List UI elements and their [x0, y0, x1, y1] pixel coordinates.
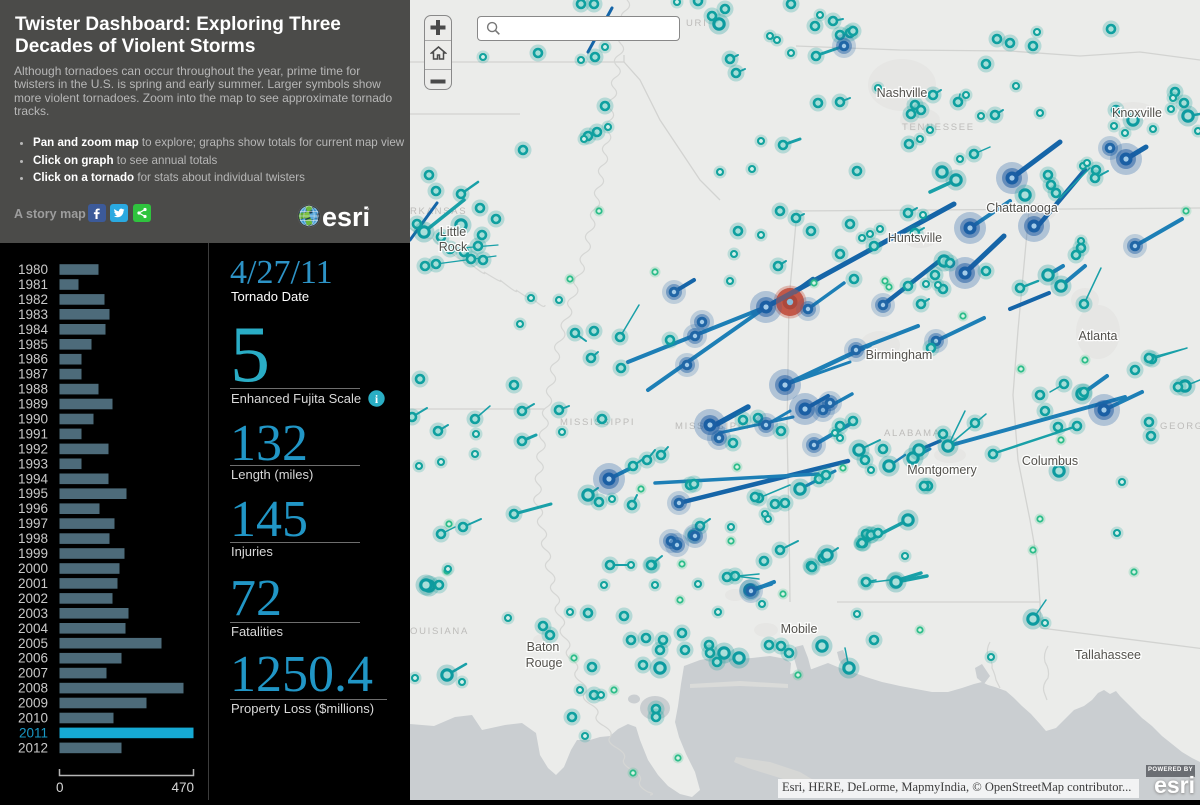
- svg-text:2010: 2010: [18, 711, 48, 726]
- svg-text:Baton: Baton: [527, 640, 560, 654]
- svg-text:1991: 1991: [18, 426, 48, 441]
- svg-text:Nashville: Nashville: [877, 86, 928, 100]
- svg-text:1994: 1994: [18, 471, 49, 486]
- svg-text:2009: 2009: [18, 696, 48, 711]
- svg-text:0: 0: [56, 780, 64, 795]
- svg-text:1985: 1985: [18, 337, 48, 352]
- svg-text:TENNESSEE: TENNESSEE: [902, 122, 975, 133]
- svg-text:1999: 1999: [18, 546, 48, 561]
- svg-text:2011: 2011: [19, 725, 48, 740]
- svg-text:1986: 1986: [18, 352, 48, 367]
- svg-text:esri: esri: [322, 202, 370, 232]
- svg-text:URI: URI: [686, 18, 707, 29]
- svg-text:Little: Little: [440, 225, 466, 239]
- svg-text:2002: 2002: [18, 591, 48, 606]
- svg-text:2005: 2005: [18, 636, 48, 651]
- svg-text:1998: 1998: [18, 531, 48, 546]
- svg-text:Tallahassee: Tallahassee: [1075, 648, 1141, 662]
- svg-text:1988: 1988: [18, 382, 48, 397]
- svg-text:Mobile: Mobile: [781, 622, 818, 636]
- svg-text:1982: 1982: [18, 292, 48, 307]
- svg-text:1983: 1983: [18, 307, 48, 322]
- svg-text:Birmingham: Birmingham: [866, 348, 933, 362]
- svg-text:GEORG: GEORG: [1160, 421, 1200, 432]
- svg-text:1990: 1990: [18, 412, 48, 427]
- svg-text:Huntsville: Huntsville: [888, 231, 942, 245]
- svg-text:2001: 2001: [18, 576, 48, 591]
- svg-text:1993: 1993: [18, 456, 48, 471]
- svg-text:1997: 1997: [18, 516, 48, 531]
- svg-text:2006: 2006: [18, 651, 48, 666]
- svg-text:470: 470: [171, 780, 194, 795]
- svg-text:Montgomery: Montgomery: [907, 463, 977, 477]
- svg-text:Atlanta: Atlanta: [1079, 329, 1118, 343]
- svg-text:1981: 1981: [18, 277, 48, 292]
- svg-text:1987: 1987: [18, 367, 48, 382]
- svg-text:Rouge: Rouge: [526, 656, 563, 670]
- svg-text:Chattanooga: Chattanooga: [986, 201, 1058, 215]
- svg-text:2008: 2008: [18, 681, 48, 696]
- svg-text:Rock: Rock: [439, 240, 468, 254]
- svg-text:2007: 2007: [18, 666, 48, 681]
- svg-text:1995: 1995: [18, 486, 48, 501]
- svg-text:Columbus: Columbus: [1022, 454, 1078, 468]
- svg-text:2003: 2003: [18, 606, 48, 621]
- svg-text:2012: 2012: [18, 740, 48, 755]
- svg-text:2004: 2004: [18, 621, 49, 636]
- svg-text:OUISIANA: OUISIANA: [410, 626, 469, 637]
- svg-text:1996: 1996: [18, 501, 48, 516]
- svg-text:1992: 1992: [18, 441, 48, 456]
- svg-text:2000: 2000: [18, 561, 48, 576]
- svg-text:ALABAMA: ALABAMA: [884, 428, 941, 439]
- svg-text:1989: 1989: [18, 397, 48, 412]
- svg-text:1984: 1984: [18, 322, 49, 337]
- svg-text:1980: 1980: [18, 262, 48, 277]
- svg-text:Knoxville: Knoxville: [1112, 106, 1162, 120]
